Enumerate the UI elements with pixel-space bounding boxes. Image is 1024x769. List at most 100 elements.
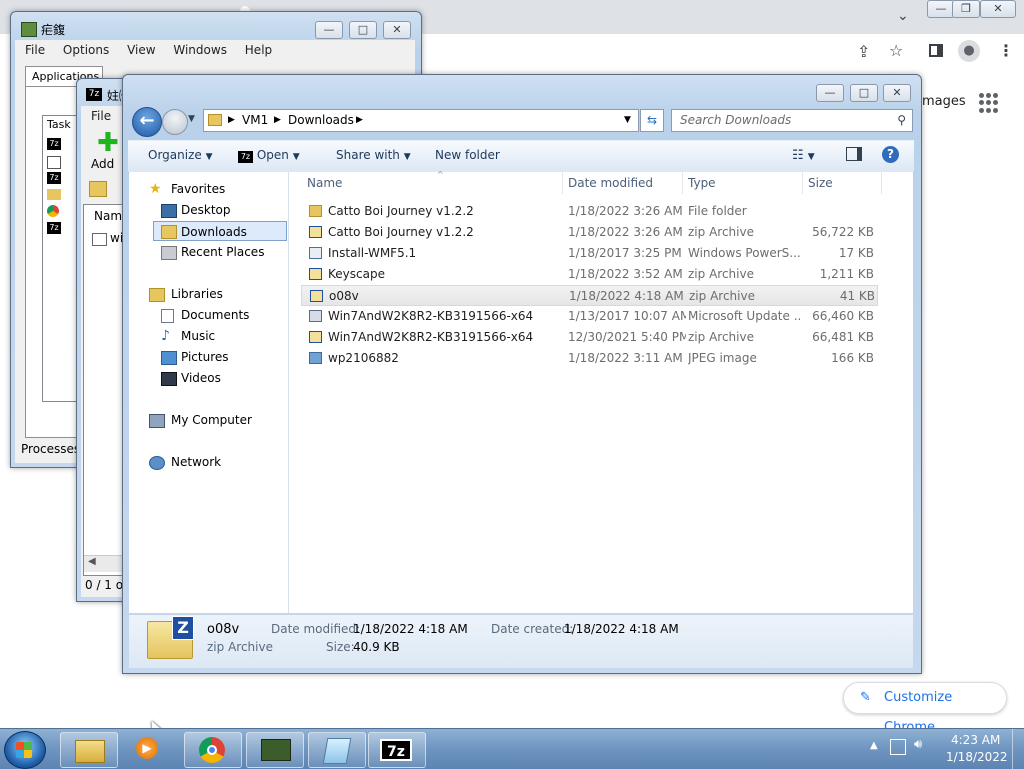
breadcrumb-separator-icon[interactable]: ▶ bbox=[274, 110, 281, 131]
taskbar-task-manager-button[interactable] bbox=[246, 732, 304, 768]
file-size: 17 KB bbox=[838, 246, 874, 260]
file-row[interactable]: Win7AndW2K8R2-KB3191566-x64 12/30/2021 5:… bbox=[301, 327, 878, 348]
chrome-minimize-button[interactable]: — bbox=[927, 0, 955, 18]
tm-menu-windows[interactable]: Windows bbox=[173, 43, 227, 57]
apps-icon[interactable] bbox=[979, 93, 999, 113]
file-row[interactable]: Install-WMF5.1 1/18/2017 3:25 PM Windows P… bbox=[301, 243, 878, 264]
nav-desktop[interactable]: Desktop bbox=[129, 200, 288, 220]
scroll-left-icon[interactable]: ◀ bbox=[88, 556, 96, 567]
file-row[interactable]: wp2106882 1/18/2022 3:11 AM JPEG image 166 … bbox=[301, 348, 878, 369]
image-icon bbox=[309, 352, 322, 364]
network-tray-icon[interactable] bbox=[890, 739, 906, 755]
nav-libraries[interactable]: Libraries bbox=[129, 284, 288, 304]
task-manager-app-icon bbox=[21, 22, 37, 37]
file-row[interactable]: Win7AndW2K8R2-KB3191566-x64 1/13/2017 10:… bbox=[301, 306, 878, 327]
explorer-close-button[interactable]: ✕ bbox=[883, 84, 911, 102]
address-bar[interactable]: ▶ VM1 ▶ Downloads ▶ ▼ bbox=[203, 109, 639, 132]
plus-icon[interactable]: ✚ bbox=[97, 130, 119, 156]
tm-maximize-button[interactable]: □ bbox=[349, 21, 377, 39]
nav-documents[interactable]: Documents bbox=[129, 305, 288, 325]
taskbar-7zip-button[interactable]: 7z bbox=[368, 732, 426, 768]
share-icon[interactable]: ⇪ bbox=[857, 42, 870, 61]
file-row[interactable]: o08v 1/18/2022 4:18 AM zip Archive 41 KB bbox=[301, 285, 878, 306]
file-row[interactable]: Catto Boi Journey v1.2.2 1/18/2022 3:26 A… bbox=[301, 222, 878, 243]
breadcrumb-separator-icon[interactable]: ▶ bbox=[356, 110, 363, 131]
nav-favorites[interactable]: ★ Favorites bbox=[129, 179, 288, 199]
back-button[interactable]: ← bbox=[132, 107, 162, 137]
explorer-minimize-button[interactable]: — bbox=[816, 84, 844, 102]
open-button[interactable]: 7z Open ▼ bbox=[238, 148, 300, 163]
file-date-modified: 1/18/2022 3:52 AM bbox=[568, 267, 683, 281]
breadcrumb-downloads[interactable]: Downloads bbox=[288, 110, 354, 131]
tm-menu-help[interactable]: Help bbox=[245, 43, 272, 57]
volume-icon[interactable]: 🔊︎ bbox=[914, 737, 922, 752]
explorer-maximize-button[interactable]: □ bbox=[850, 84, 878, 102]
chrome-restore-button[interactable]: ❐ bbox=[952, 0, 980, 18]
breadcrumb-vm1[interactable]: VM1 bbox=[242, 110, 268, 131]
clock-date[interactable]: 1/18/2022 bbox=[946, 750, 1008, 764]
share-with-button[interactable]: Share with ▼ bbox=[336, 148, 411, 162]
tm-close-button[interactable]: ✕ bbox=[383, 21, 411, 39]
file-name: Keyscape bbox=[328, 267, 385, 281]
file-type: zip Archive bbox=[688, 225, 754, 239]
file-row[interactable]: Catto Boi Journey v1.2.2 1/18/2022 3:26 A… bbox=[301, 201, 878, 222]
breadcrumb-separator-icon[interactable]: ▶ bbox=[228, 110, 235, 131]
new-folder-button[interactable]: New folder bbox=[435, 148, 500, 162]
file-row[interactable]: Keyscape 1/18/2022 3:52 AM zip Archive 1,21… bbox=[301, 264, 878, 285]
search-icon[interactable]: ⚲ bbox=[897, 110, 906, 131]
chevron-down-icon[interactable]: ⌄ bbox=[897, 8, 909, 24]
organize-button[interactable]: Organize ▼ bbox=[148, 148, 213, 162]
taskbar-notepad-button[interactable] bbox=[308, 732, 366, 768]
customize-chrome-button[interactable]: ✎ Customize Chrome bbox=[843, 682, 1007, 735]
menu-icon[interactable]: ⋮ bbox=[998, 41, 1014, 60]
nav-recent-places[interactable]: Recent Places bbox=[129, 242, 288, 262]
nav-my-computer[interactable]: My Computer bbox=[129, 410, 288, 430]
taskbar-explorer-button[interactable] bbox=[60, 732, 118, 768]
chevron-down-icon: ▼ bbox=[403, 152, 411, 162]
taskbar-chrome-button[interactable] bbox=[184, 732, 242, 768]
7zip-icon: 7z bbox=[238, 151, 253, 163]
view-options-icon[interactable]: ☷ ▼ bbox=[792, 148, 815, 163]
nav-videos[interactable]: Videos bbox=[129, 368, 288, 388]
recent-pages-dropdown-icon[interactable]: ▼ bbox=[188, 114, 195, 124]
refresh-button[interactable]: ⇆ bbox=[640, 109, 664, 132]
nav-pictures[interactable]: Pictures bbox=[129, 347, 288, 367]
tm-menu-file[interactable]: File bbox=[25, 43, 45, 57]
images-link[interactable]: mages bbox=[922, 94, 966, 109]
column-name[interactable]: Name ^ bbox=[301, 170, 563, 194]
add-button-label[interactable]: Add bbox=[91, 157, 114, 171]
show-desktop-button[interactable] bbox=[1012, 729, 1024, 769]
taskbar: ▶ 7z ▲ 🔊︎ 4:23 AM 1/18/2022 bbox=[0, 728, 1024, 769]
tm-menu-options[interactable]: Options bbox=[63, 43, 109, 57]
side-panel-icon[interactable] bbox=[929, 44, 943, 57]
folder-icon bbox=[309, 205, 322, 217]
downloads-folder-icon bbox=[161, 225, 177, 239]
column-type[interactable]: Type bbox=[682, 172, 803, 194]
star-icon[interactable]: ☆ bbox=[889, 41, 903, 60]
nav-music[interactable]: ♪ Music bbox=[129, 326, 288, 346]
documents-icon bbox=[161, 309, 174, 323]
profile-icon[interactable]: ● bbox=[958, 40, 980, 62]
search-input[interactable]: Search Downloads ⚲ bbox=[671, 109, 913, 132]
nav-network[interactable]: Network bbox=[129, 452, 288, 472]
column-size[interactable]: Size bbox=[802, 172, 882, 194]
chrome-close-button[interactable]: ✕ bbox=[980, 0, 1016, 18]
address-dropdown-icon[interactable]: ▼ bbox=[624, 110, 631, 131]
file-type: Windows PowerS... bbox=[688, 246, 800, 260]
file-size: 166 KB bbox=[831, 351, 874, 365]
tm-minimize-button[interactable]: — bbox=[315, 21, 343, 39]
forward-button[interactable] bbox=[162, 109, 188, 135]
preview-pane-icon[interactable] bbox=[846, 147, 862, 161]
show-hidden-icons-icon[interactable]: ▲ bbox=[870, 740, 878, 751]
clock-time[interactable]: 4:23 AM bbox=[951, 733, 1000, 747]
file-type: zip Archive bbox=[688, 330, 754, 344]
nav-downloads[interactable]: Downloads bbox=[153, 221, 287, 241]
column-date-modified[interactable]: Date modified bbox=[562, 172, 683, 194]
taskbar-media-player-button[interactable]: ▶ bbox=[130, 732, 170, 766]
tm-menu-view[interactable]: View bbox=[127, 43, 155, 57]
7zip-menu-file[interactable]: File bbox=[91, 109, 111, 123]
help-icon[interactable]: ? bbox=[882, 146, 899, 163]
tm-task-column-header[interactable]: Task bbox=[47, 118, 71, 131]
start-button[interactable] bbox=[4, 731, 46, 769]
folder-up-icon[interactable] bbox=[89, 181, 107, 197]
